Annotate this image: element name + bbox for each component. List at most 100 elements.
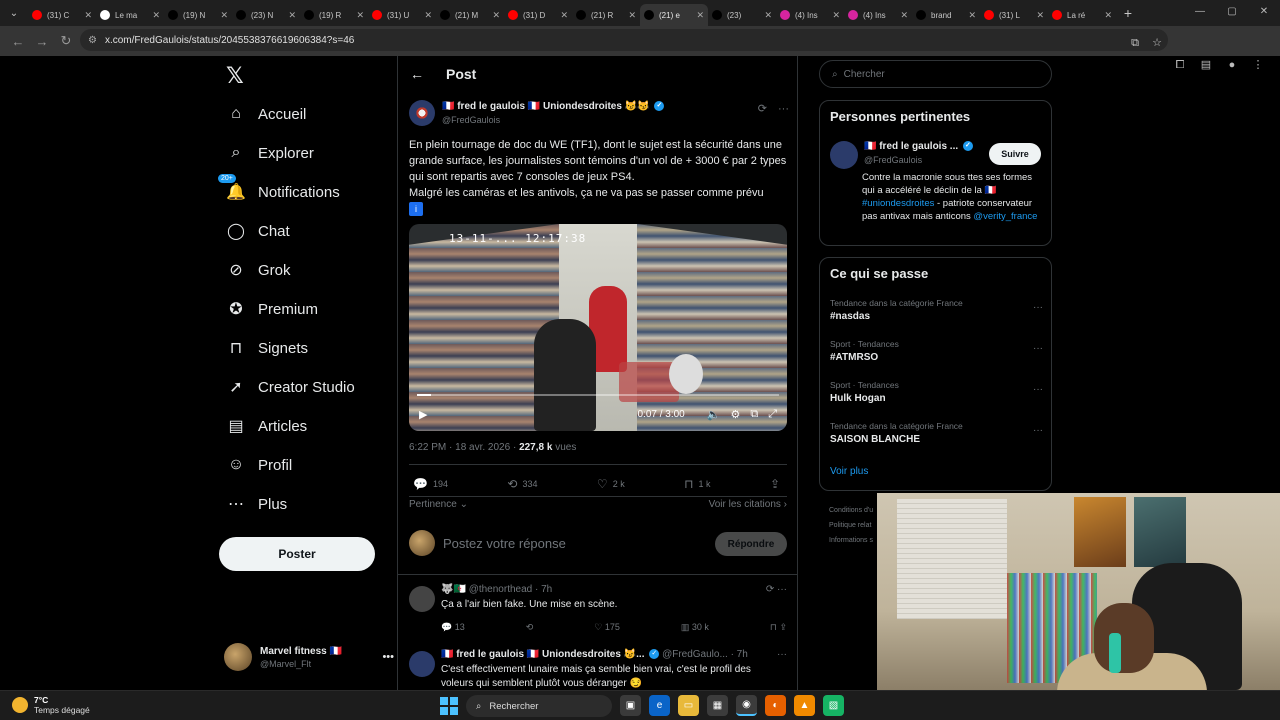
footer-link[interactable]: Conditions d'u bbox=[829, 503, 879, 518]
tab-close-icon[interactable]: ✕ bbox=[968, 10, 976, 21]
account-switcher[interactable]: Marvel fitness 🇫🇷 @Marvel_Flt ••• bbox=[224, 640, 394, 674]
reply-item[interactable]: 🇫🇷 fred le gaulois 🇫🇷 Uniondesdroites 😼.… bbox=[409, 649, 787, 689]
tab-search-button[interactable]: ⌄ bbox=[0, 0, 28, 26]
trend-item[interactable]: Sport · Tendances Hulk Hogan ··· bbox=[830, 380, 1043, 404]
bio-mention-link[interactable]: @verity_france bbox=[973, 211, 1037, 222]
browser-menu-icon[interactable]: ⋮ bbox=[1248, 55, 1268, 75]
browser-tab[interactable]: (21) R ✕ bbox=[572, 4, 640, 26]
sort-dropdown[interactable]: Pertinence ⌄ bbox=[409, 499, 468, 510]
more-icon[interactable]: ••• bbox=[382, 651, 394, 663]
tab-close-icon[interactable]: ✕ bbox=[492, 10, 500, 21]
trend-more-icon[interactable]: ··· bbox=[1033, 425, 1043, 436]
tab-close-icon[interactable]: ✕ bbox=[1104, 10, 1112, 21]
view-quotes-link[interactable]: Voir les citations › bbox=[709, 499, 787, 510]
browser-tab[interactable]: (23) ✕ bbox=[708, 4, 776, 26]
see-more-link[interactable]: Voir plus bbox=[830, 466, 868, 477]
tab-close-icon[interactable]: ✕ bbox=[84, 10, 92, 21]
tab-close-icon[interactable]: ✕ bbox=[764, 10, 772, 21]
browser-tab[interactable]: (23) N ✕ bbox=[232, 4, 300, 26]
browser-tab[interactable]: (4) Ins ✕ bbox=[844, 4, 912, 26]
sidepanel-icon[interactable]: ▤ bbox=[1196, 55, 1216, 75]
nav-item-accueil[interactable]: ⌂ Accueil bbox=[226, 100, 306, 128]
post-button[interactable]: Poster bbox=[219, 537, 375, 571]
reply-more-icon[interactable]: ··· bbox=[777, 649, 787, 660]
reply-retweet-action[interactable]: ⟲ bbox=[526, 622, 534, 633]
nav-item-creator-studio[interactable]: ➚ Creator Studio bbox=[226, 373, 354, 401]
profile-avatar-icon[interactable]: ● bbox=[1222, 55, 1242, 75]
extensions-icon[interactable]: ⧠ bbox=[1170, 55, 1190, 75]
reply-avatar[interactable] bbox=[409, 651, 435, 677]
trend-item[interactable]: Sport · Tendances #ATMRSO ··· bbox=[830, 339, 1043, 363]
store-icon[interactable]: ▦ bbox=[707, 695, 728, 716]
taskbar-search[interactable]: ⌕ Rechercher bbox=[466, 695, 612, 717]
browser-tab[interactable]: (31) L ✕ bbox=[980, 4, 1048, 26]
tab-close-icon[interactable]: ✕ bbox=[628, 10, 636, 21]
reply-views-action[interactable]: ▥ 30 k bbox=[681, 622, 709, 633]
nav-item-chat[interactable]: ◯ Chat bbox=[226, 217, 290, 245]
reply-bookmark-icon[interactable]: ⊓ ⇪ bbox=[770, 622, 787, 633]
reply-button[interactable]: Répondre bbox=[715, 532, 787, 556]
browser-tab[interactable]: (19) R ✕ bbox=[300, 4, 368, 26]
nav-item-articles[interactable]: ▤ Articles bbox=[226, 412, 307, 440]
reply-handle[interactable]: @thenorthead · 7h bbox=[469, 584, 553, 595]
site-info-icon[interactable]: ⚙ bbox=[88, 35, 97, 46]
maximize-button[interactable]: ▢ bbox=[1216, 0, 1248, 26]
author-name[interactable]: 🇫🇷 fred le gaulois 🇫🇷 Uniondesdroites 😼😼… bbox=[442, 101, 665, 112]
app-icon[interactable]: ▧ bbox=[823, 695, 844, 716]
browser-tab[interactable]: (31) C ✕ bbox=[28, 4, 96, 26]
firefox-icon[interactable]: ◐ bbox=[765, 695, 786, 716]
retweet-action[interactable]: ⟲ 334 bbox=[507, 476, 537, 492]
vlc-icon[interactable]: ▲ bbox=[794, 695, 815, 716]
new-tab-button[interactable]: + bbox=[1116, 5, 1140, 21]
browser-tab[interactable]: (19) N ✕ bbox=[164, 4, 232, 26]
chrome-icon[interactable]: ◉ bbox=[736, 695, 757, 716]
reply-more-icon[interactable]: ⟳ ··· bbox=[766, 584, 787, 595]
browser-tab[interactable]: Le ma ✕ bbox=[96, 4, 164, 26]
reload-button[interactable]: ↻ bbox=[54, 29, 78, 53]
tab-close-icon[interactable]: ✕ bbox=[1036, 10, 1044, 21]
nav-item-notifications[interactable]: 🔔 20+ Notifications bbox=[218, 174, 340, 206]
nav-item-plus[interactable]: ⋯ Plus bbox=[226, 490, 287, 518]
browser-tab[interactable]: La ré ✕ bbox=[1048, 4, 1116, 26]
video-progress-bar[interactable] bbox=[417, 394, 779, 396]
volume-icon[interactable]: 🔈 bbox=[707, 408, 721, 421]
back-arrow-icon[interactable]: ← bbox=[410, 66, 424, 82]
relevant-name[interactable]: 🇫🇷 fred le gaulois ... ✓ bbox=[864, 141, 973, 152]
forward-button[interactable]: → bbox=[30, 29, 54, 53]
address-bar[interactable]: ⚙ x.com/FredGaulois/status/2045538376619… bbox=[80, 29, 1168, 51]
follow-button[interactable]: Suivre bbox=[989, 143, 1041, 165]
tab-close-icon[interactable]: ✕ bbox=[900, 10, 908, 21]
browser-tab[interactable]: (4) Ins ✕ bbox=[776, 4, 844, 26]
browser-tab[interactable]: (31) U ✕ bbox=[368, 4, 436, 26]
close-window-button[interactable]: ✕ bbox=[1248, 0, 1280, 26]
reply-item[interactable]: 🐺🇩🇿 @thenorthead · 7h ⟳ ··· Ça a l'air b… bbox=[409, 584, 787, 636]
trend-item[interactable]: Tendance dans la catégorie France SAISON … bbox=[830, 421, 1043, 445]
nav-item-grok[interactable]: ⊘ Grok bbox=[226, 256, 290, 284]
tweet-timestamp[interactable]: 6:22 PM · 18 avr. 2026 · bbox=[409, 442, 519, 453]
tweet-more-icon[interactable]: ··· bbox=[778, 103, 789, 115]
share-action[interactable]: ⇪ bbox=[770, 476, 785, 492]
install-app-icon[interactable]: ⧉ bbox=[1124, 32, 1146, 54]
windows-start-icon[interactable] bbox=[440, 697, 458, 715]
tab-close-icon[interactable]: ✕ bbox=[152, 10, 160, 21]
reply-author[interactable]: 🐺🇩🇿 bbox=[441, 584, 466, 595]
trend-more-icon[interactable]: ··· bbox=[1033, 384, 1043, 395]
settings-icon[interactable]: ⚙ bbox=[730, 408, 740, 421]
pip-icon[interactable]: ⧉ bbox=[750, 408, 758, 421]
play-icon[interactable]: ▶ bbox=[419, 408, 427, 421]
tab-close-icon[interactable]: ✕ bbox=[424, 10, 432, 21]
task-view-icon[interactable]: ▣ bbox=[620, 695, 641, 716]
browser-tab[interactable]: (31) D ✕ bbox=[504, 4, 572, 26]
browser-tab[interactable]: (21) e ✕ bbox=[640, 4, 708, 26]
footer-link[interactable]: Informations s bbox=[829, 533, 879, 548]
back-button[interactable]: ← bbox=[6, 29, 30, 53]
nav-item-profil[interactable]: ☺ Profil bbox=[226, 451, 292, 479]
tab-close-icon[interactable]: ✕ bbox=[696, 10, 704, 21]
tab-close-icon[interactable]: ✕ bbox=[832, 10, 840, 21]
browser-tab[interactable]: brand ✕ bbox=[912, 4, 980, 26]
trend-more-icon[interactable]: ··· bbox=[1033, 343, 1043, 354]
reply-reply-action[interactable]: 💬 13 bbox=[441, 622, 465, 633]
tab-close-icon[interactable]: ✕ bbox=[220, 10, 228, 21]
reply-input[interactable]: Postez votre réponse bbox=[443, 536, 566, 551]
x-logo-icon[interactable]: 𝕏 bbox=[226, 64, 244, 89]
